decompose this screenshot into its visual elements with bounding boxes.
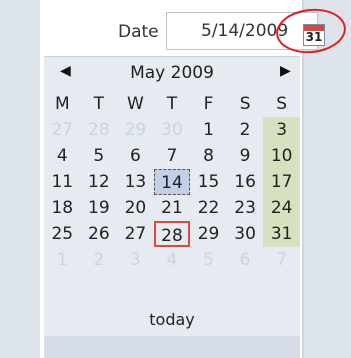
day-cell[interactable]: 16 (227, 169, 264, 195)
day-cell[interactable]: 29 (190, 221, 227, 247)
weekday-label: W (127, 94, 144, 114)
week-row: 11 12 13 14 15 16 17 (44, 169, 300, 195)
day-cell[interactable]: 27 (117, 221, 154, 247)
weekday-label: M (54, 94, 70, 114)
week-row: 25 26 27 28 29 30 31 (44, 221, 300, 247)
day-cell-outside[interactable]: 2 (81, 247, 118, 273)
day-cell[interactable]: 22 (190, 195, 227, 221)
day-cell[interactable]: 18 (44, 195, 81, 221)
day-cell-weekend[interactable]: 24 (263, 195, 300, 221)
day-cell[interactable]: 21 (154, 195, 191, 221)
day-cell-outside[interactable]: 27 (44, 117, 81, 143)
weekday-label: S (239, 94, 251, 114)
day-cell[interactable]: 9 (227, 143, 264, 169)
next-month-icon[interactable]: ▶ (280, 63, 291, 79)
day-cell[interactable]: 11 (44, 169, 81, 195)
weekday-label: T (166, 94, 178, 114)
calendar-month-title: May 2009 (130, 63, 214, 83)
day-cell-outside[interactable]: 29 (117, 117, 154, 143)
weekday-label: T (93, 94, 105, 114)
day-cell[interactable]: 4 (44, 143, 81, 169)
week-row: 1 2 3 4 5 6 7 (44, 247, 300, 273)
weekday-label: F (203, 94, 214, 114)
day-cell[interactable]: 15 (190, 169, 227, 195)
day-cell-outside[interactable]: 30 (154, 117, 191, 143)
day-cell-outside[interactable]: 6 (227, 247, 264, 273)
day-cell-outside[interactable]: 4 (154, 247, 191, 273)
day-cell[interactable]: 20 (117, 195, 154, 221)
day-cell-outside[interactable]: 1 (44, 247, 81, 273)
week-row: 4 5 6 7 8 9 10 (44, 143, 300, 169)
day-cell-selected[interactable]: 14 (153, 169, 191, 195)
day-cell[interactable]: 19 (81, 195, 118, 221)
day-cell-outside[interactable]: 5 (190, 247, 227, 273)
day-cell-today[interactable]: 28 (153, 221, 191, 247)
day-cell[interactable]: 8 (190, 143, 227, 169)
day-cell[interactable]: 13 (117, 169, 154, 195)
popup-footer (44, 336, 300, 358)
week-row: 27 28 29 30 1 2 3 (44, 117, 300, 143)
weekday-label: S (276, 94, 288, 114)
day-cell[interactable]: 1 (190, 117, 227, 143)
day-cell-outside[interactable]: 7 (263, 247, 300, 273)
today-button[interactable]: today (134, 309, 210, 331)
day-cell[interactable]: 30 (227, 221, 264, 247)
day-cell-weekend[interactable]: 17 (263, 169, 300, 195)
day-cell[interactable]: 5 (81, 143, 118, 169)
day-cell-weekend[interactable]: 10 (263, 143, 300, 169)
day-cell-weekend[interactable]: 3 (263, 117, 300, 143)
day-cell[interactable]: 6 (117, 143, 154, 169)
day-cell[interactable]: 25 (44, 221, 81, 247)
day-cell-outside[interactable]: 3 (117, 247, 154, 273)
calendar-grid: M T W T F S S 27 28 29 30 1 2 3 4 5 6 7 … (44, 91, 300, 273)
day-cell[interactable]: 23 (227, 195, 264, 221)
day-cell-weekend[interactable]: 31 (263, 221, 300, 247)
day-cell[interactable]: 7 (154, 143, 191, 169)
week-row: 18 19 20 21 22 23 24 (44, 195, 300, 221)
calendar-nav: ◀ May 2009 ▶ (44, 57, 300, 89)
date-label: Date (118, 22, 159, 42)
day-cell[interactable]: 12 (81, 169, 118, 195)
day-cell[interactable]: 26 (81, 221, 118, 247)
day-cell-outside[interactable]: 28 (81, 117, 118, 143)
weekday-header-row: M T W T F S S (44, 91, 300, 117)
calendar-popup: ◀ May 2009 ▶ M T W T F S S 27 28 29 30 1… (44, 56, 300, 337)
day-cell[interactable]: 2 (227, 117, 264, 143)
